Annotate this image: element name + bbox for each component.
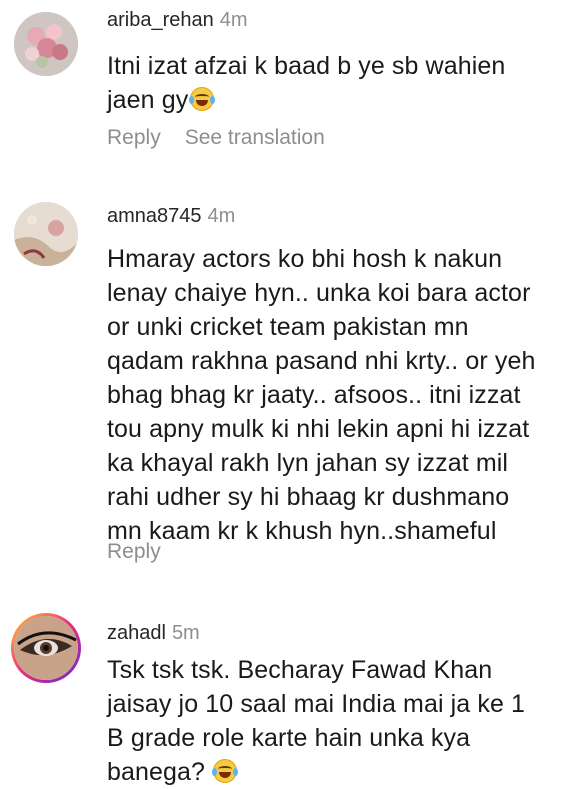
comment-text: Hmaray actors ko bhi hosh k nakun lenay …	[107, 245, 536, 545]
laughing-tears-emoji-icon	[212, 759, 239, 783]
timestamp: 5m	[171, 622, 200, 644]
flowers-photo-avatar-icon	[14, 12, 78, 76]
username[interactable]: amna8745	[107, 205, 202, 227]
username[interactable]: zahadl	[107, 622, 166, 644]
laughing-tears-emoji-icon	[189, 87, 216, 111]
username[interactable]: ariba_rehan	[107, 9, 214, 31]
comment-meta: zahadl 5m	[107, 621, 200, 645]
comment-actions: Reply	[107, 540, 161, 564]
see-translation-button[interactable]: See translation	[185, 126, 325, 149]
avatar[interactable]	[14, 12, 78, 76]
comment-text: Tsk tsk tsk. Becharay Fawad Khan jaisay …	[107, 653, 562, 789]
comment-meta: ariba_rehan 4m	[107, 8, 248, 32]
comment-actions: Reply See translation	[107, 126, 325, 150]
reply-button[interactable]: Reply	[107, 126, 161, 149]
comment-text: Itni izat afzai k baad b ye sb wahien ja…	[107, 49, 562, 117]
reply-button[interactable]: Reply	[107, 540, 161, 563]
comment-item: ariba_rehan 4m Itni izat afzai k baad b y…	[0, 0, 575, 170]
comment-text-content: Tsk tsk tsk. Becharay Fawad Khan jaisay …	[107, 656, 525, 786]
timestamp: 4m	[207, 205, 236, 227]
comment-meta: amna8745 4m	[107, 204, 235, 228]
avatar-with-story-ring[interactable]	[11, 613, 81, 683]
comment-item: zahadl 5m Tsk tsk tsk. Becharay Fawad Kha…	[0, 605, 575, 787]
comment-item: amna8745 4m Hmaray actors ko bhi hosh k n…	[0, 190, 575, 590]
eye-makeup-photo-avatar-icon	[14, 616, 78, 680]
avatar[interactable]	[14, 202, 78, 266]
fabric-photo-avatar-icon	[14, 202, 78, 266]
comment-text-content: Itni izat afzai k baad b ye sb wahien ja…	[107, 52, 506, 114]
timestamp: 4m	[219, 9, 248, 31]
